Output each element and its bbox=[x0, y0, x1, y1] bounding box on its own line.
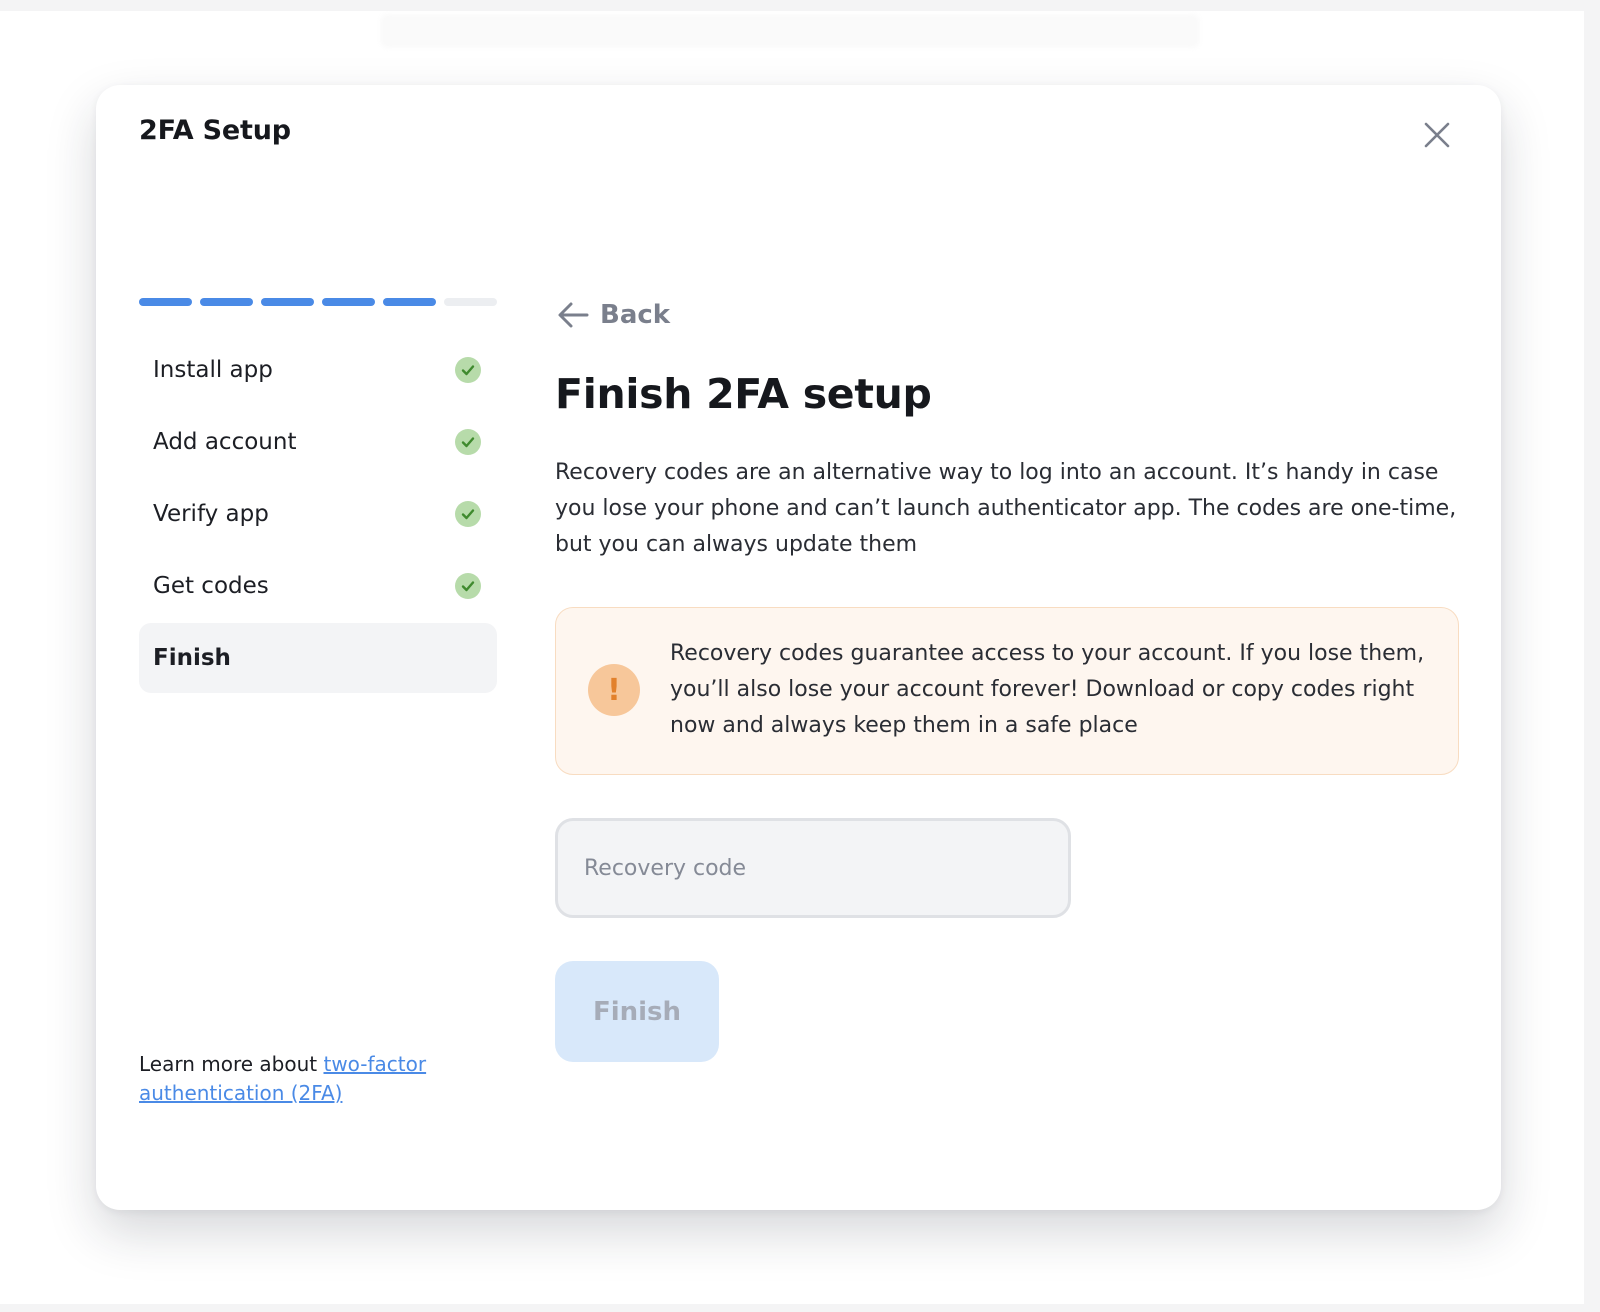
step-item-install-app[interactable]: Install app bbox=[139, 335, 497, 405]
step-item-add-account[interactable]: Add account bbox=[139, 407, 497, 477]
arrow-left-icon bbox=[558, 302, 589, 328]
step-label: Get codes bbox=[153, 573, 269, 599]
back-label: Back bbox=[600, 300, 671, 330]
backdrop-strip-right bbox=[1584, 0, 1600, 1312]
recovery-description: Recovery codes are an alternative way to… bbox=[555, 460, 1457, 557]
step-item-finish[interactable]: Finish bbox=[139, 623, 497, 693]
recovery-code-input[interactable] bbox=[555, 818, 1071, 918]
twofa-setup-modal: 2FA Setup Install app Add account Verify a… bbox=[96, 85, 1501, 1210]
learn-more-prefix: Learn more about bbox=[139, 1052, 324, 1076]
step-item-get-codes[interactable]: Get codes bbox=[139, 551, 497, 621]
step-label: Verify app bbox=[153, 501, 269, 527]
checkmark-icon bbox=[455, 429, 481, 455]
learn-more-text: Learn more about two-factor authenticati… bbox=[139, 1050, 459, 1108]
modal-title: 2FA Setup bbox=[139, 115, 291, 146]
progress-segment bbox=[261, 298, 314, 306]
back-button[interactable]: Back bbox=[556, 300, 670, 330]
progress-segment bbox=[322, 298, 375, 306]
step-label: Finish bbox=[153, 645, 231, 671]
checkmark-icon bbox=[455, 501, 481, 527]
backdrop-strip-top bbox=[0, 0, 1600, 11]
close-button[interactable] bbox=[1417, 115, 1457, 155]
step-label: Add account bbox=[153, 429, 297, 455]
warning-text: Recovery codes guarantee access to your … bbox=[670, 641, 1425, 738]
setup-steps-list: Install app Add account Verify app Get code… bbox=[139, 335, 497, 695]
progress-segment bbox=[139, 298, 192, 306]
backdrop-ghost-bar bbox=[380, 14, 1200, 48]
progress-segment bbox=[200, 298, 253, 306]
close-icon bbox=[1424, 122, 1450, 148]
progress-segment bbox=[383, 298, 436, 306]
step-item-verify-app[interactable]: Verify app bbox=[139, 479, 497, 549]
finish-button[interactable]: Finish bbox=[555, 961, 719, 1062]
step-label: Install app bbox=[153, 357, 273, 383]
checkmark-icon bbox=[455, 573, 481, 599]
progress-segment bbox=[444, 298, 497, 306]
setup-progress-bar bbox=[139, 298, 497, 306]
checkmark-icon bbox=[455, 357, 481, 383]
warning-callout: ! Recovery codes guarantee access to you… bbox=[555, 607, 1459, 775]
backdrop-strip-bottom bbox=[0, 1304, 1600, 1312]
page-title: Finish 2FA setup bbox=[555, 370, 932, 418]
exclamation-icon: ! bbox=[588, 664, 640, 716]
